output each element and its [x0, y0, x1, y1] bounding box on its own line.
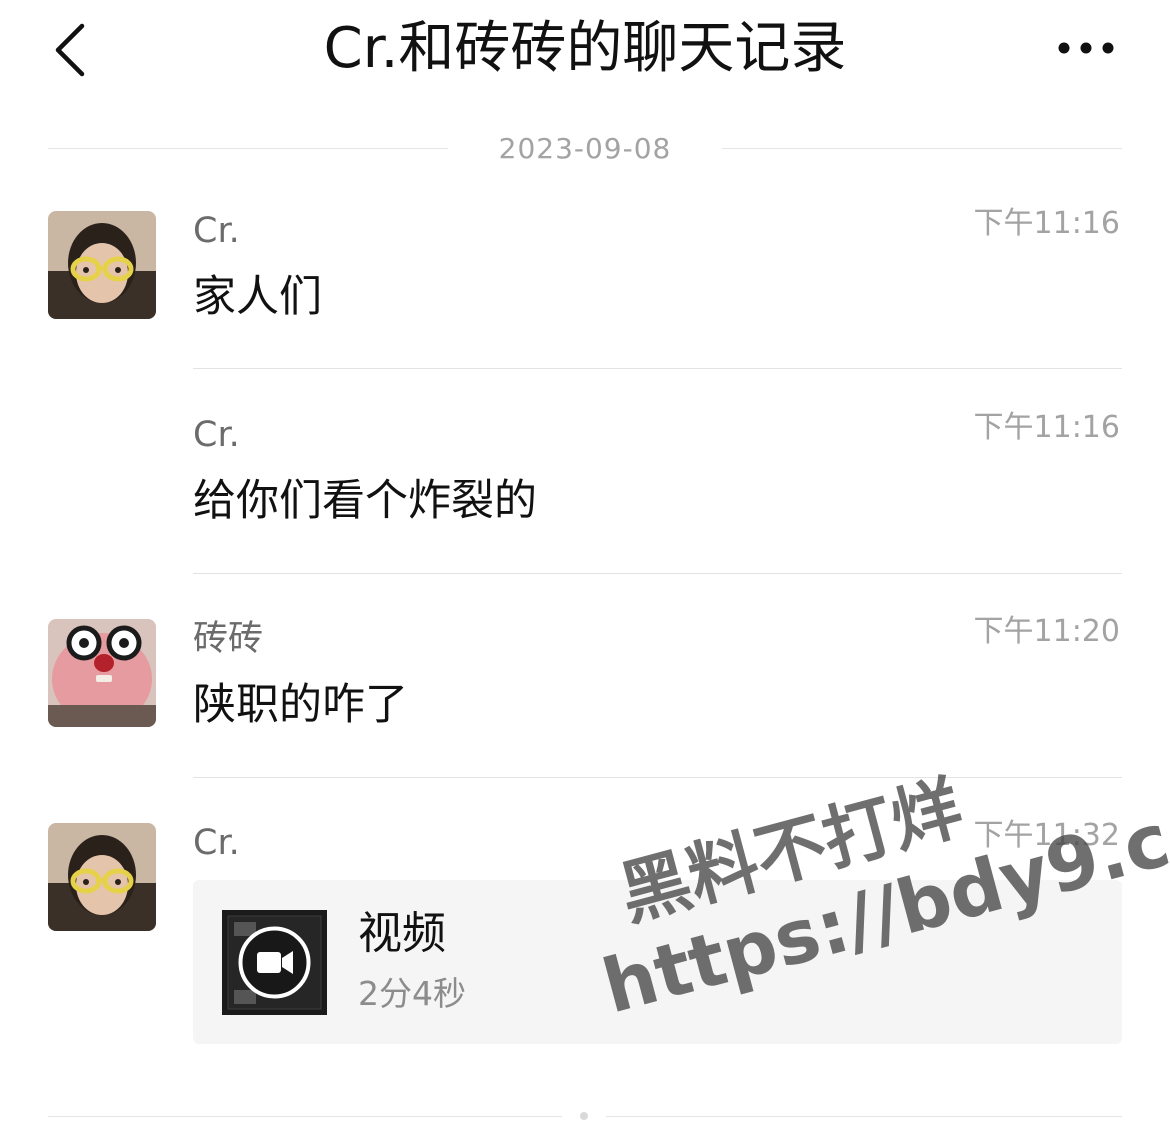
date-divider: 2023-09-08 [498, 132, 672, 165]
message-separator [193, 368, 1122, 369]
avatar-image [48, 211, 156, 319]
page-title: Cr.和砖砖的聊天记录 [323, 16, 847, 81]
message-time: 下午11:16 [973, 410, 1120, 445]
video-camera-icon [227, 915, 322, 1010]
message-text[interactable]: 家人们 [193, 270, 322, 324]
divider-line-right [722, 148, 1122, 149]
video-thumbnail[interactable] [222, 910, 327, 1015]
video-message-card[interactable] [193, 880, 1122, 1044]
avatar-cr[interactable] [48, 211, 156, 319]
message-time: 下午11:16 [973, 206, 1120, 241]
message-text[interactable]: 给你们看个炸裂的 [193, 474, 537, 528]
bottom-divider-left [48, 1116, 562, 1117]
message-separator [193, 777, 1122, 778]
avatar-image [48, 823, 156, 931]
sender-name: Cr. [193, 211, 240, 251]
message-text[interactable]: 陕职的咋了 [193, 678, 408, 732]
message-time: 下午11:20 [973, 614, 1120, 649]
message-time: 下午11:32 [973, 818, 1120, 853]
video-label: 视频 [358, 908, 446, 959]
sender-name: 砖砖 [193, 619, 264, 659]
bottom-dot [580, 1112, 588, 1120]
video-duration: 2分4秒 [358, 974, 466, 1013]
more-horizontal-icon [1058, 42, 1114, 54]
avatar-cr[interactable] [48, 823, 156, 931]
divider-line-left [48, 148, 448, 149]
message-separator [193, 573, 1122, 574]
more-button[interactable] [1050, 26, 1122, 70]
sender-name: Cr. [193, 823, 240, 863]
sender-name: Cr. [193, 415, 240, 455]
avatar-zhuanzhuan[interactable] [48, 619, 156, 727]
avatar-image [48, 619, 156, 727]
bottom-divider-right [606, 1116, 1122, 1117]
